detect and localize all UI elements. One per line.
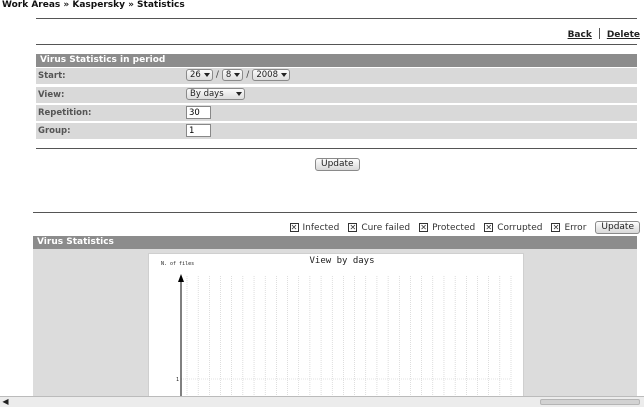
update-legend-button[interactable]: Update <box>595 221 640 234</box>
stats-header: Virus Statistics <box>33 236 637 249</box>
group-label: Group: <box>38 126 71 136</box>
repetition-controls <box>186 106 211 119</box>
checkbox-icon[interactable]: ✕ <box>484 223 494 232</box>
chart-svg: N. of files View by days 1 <box>161 256 512 396</box>
checkbox-icon[interactable]: ✕ <box>419 223 429 232</box>
checkbox-icon[interactable]: ✕ <box>551 223 561 232</box>
group-controls <box>186 124 211 137</box>
update-period-button[interactable]: Update <box>315 158 360 171</box>
date-separator: / <box>246 70 250 80</box>
chevron-down-icon <box>236 92 242 96</box>
group-row: Group: <box>36 123 637 139</box>
delete-link[interactable]: Delete <box>607 30 640 40</box>
legend-label: Protected <box>432 222 476 233</box>
chart-title: View by days <box>309 256 374 266</box>
legend-label: Cure failed <box>361 222 411 233</box>
form-divider <box>36 148 637 149</box>
back-link[interactable]: Back <box>568 30 592 40</box>
repetition-label: Repetition: <box>38 108 92 118</box>
repetition-input[interactable] <box>186 106 211 119</box>
legend-label: Error <box>564 222 587 233</box>
view-controls: By days <box>186 88 245 100</box>
start-row: Start: 26 / 8 / 2008 <box>36 68 637 84</box>
legend-divider <box>33 212 637 213</box>
breadcrumb: Work Areas » Kaspersky » Statistics <box>2 0 185 10</box>
repetition-row: Repetition: <box>36 105 637 121</box>
link-separator <box>598 28 600 39</box>
top-links: Back Delete <box>568 28 640 40</box>
chevron-down-icon <box>203 73 210 77</box>
legend-item-protected[interactable]: ✕ Protected <box>419 223 475 233</box>
view-value: By days <box>190 89 224 99</box>
y-axis-arrow <box>178 274 184 282</box>
view-label: View: <box>38 90 65 100</box>
chevron-down-icon <box>280 73 287 77</box>
start-controls: 26 / 8 / 2008 <box>186 69 290 81</box>
start-label: Start: <box>38 71 66 81</box>
checkbox-icon[interactable]: ✕ <box>289 223 299 232</box>
start-month-select[interactable]: 8 <box>221 69 244 81</box>
view-row: View: By days <box>36 87 637 103</box>
links-divider <box>36 44 637 45</box>
top-divider <box>36 18 637 19</box>
scroll-thumb[interactable] <box>540 399 640 405</box>
legend-label: Infected <box>302 222 340 233</box>
legend-item-error[interactable]: ✕ Error <box>551 223 586 233</box>
legend-label: Corrupted <box>497 222 543 233</box>
date-separator: / <box>215 70 219 80</box>
start-year-select[interactable]: 2008 <box>252 69 290 81</box>
scroll-left-icon[interactable]: ◀ <box>0 397 11 407</box>
start-month-value: 8 <box>225 70 232 80</box>
y-axis-label: N. of files <box>161 261 194 267</box>
chevron-down-icon <box>234 73 241 77</box>
legend-item-corrupted[interactable]: ✕ Corrupted <box>484 223 542 233</box>
legend-item-cure-failed[interactable]: ✕ Cure failed <box>348 223 410 233</box>
stats-chart: N. of files View by days 1 <box>148 253 524 399</box>
start-day-select[interactable]: 26 <box>186 69 213 81</box>
start-day-value: 26 <box>190 70 201 80</box>
view-select[interactable]: By days <box>186 88 245 100</box>
y-tick-label: 1 <box>176 377 179 383</box>
series-legend: ✕ Infected ✕ Cure failed ✕ Protected ✕ Corru… <box>281 221 640 234</box>
group-input[interactable] <box>186 124 211 137</box>
start-year-value: 2008 <box>256 70 278 80</box>
legend-item-infected[interactable]: ✕ Infected <box>289 222 340 233</box>
horizontal-scrollbar[interactable]: ◀ <box>0 396 644 407</box>
checkbox-icon[interactable]: ✕ <box>348 223 358 232</box>
period-header: Virus Statistics in period <box>36 54 637 67</box>
